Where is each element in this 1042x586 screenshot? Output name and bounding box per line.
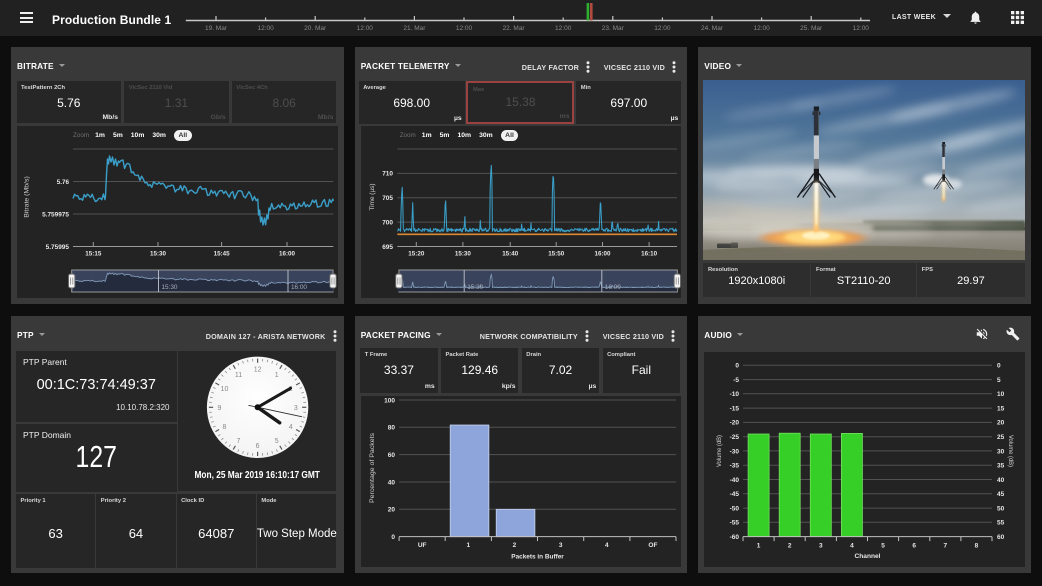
svg-text:20. Mar: 20. Mar xyxy=(304,25,327,32)
svg-text:Volume (dB): Volume (dB) xyxy=(1007,435,1014,467)
svg-text:16:00: 16:00 xyxy=(594,250,610,257)
svg-text:Time (µs): Time (µs) xyxy=(369,184,376,211)
svg-text:16:00: 16:00 xyxy=(604,284,620,291)
svg-text:15:30: 15:30 xyxy=(467,284,483,291)
svg-text:0: 0 xyxy=(736,363,740,370)
svg-text:12:00: 12:00 xyxy=(257,25,274,32)
svg-text:705: 705 xyxy=(382,195,393,202)
svg-text:1: 1 xyxy=(466,542,470,549)
svg-text:21. Mar: 21. Mar xyxy=(403,25,426,32)
svg-text:6: 6 xyxy=(256,443,260,450)
svg-text:20: 20 xyxy=(387,507,395,514)
svg-text:40: 40 xyxy=(997,477,1005,484)
svg-text:-60: -60 xyxy=(730,534,740,541)
svg-text:1: 1 xyxy=(757,543,761,550)
svg-text:7: 7 xyxy=(237,438,241,445)
svg-text:55: 55 xyxy=(997,520,1005,527)
svg-text:15:30: 15:30 xyxy=(162,284,178,291)
svg-text:0: 0 xyxy=(997,363,1001,370)
svg-text:-55: -55 xyxy=(730,520,740,527)
svg-text:24. Mar: 24. Mar xyxy=(701,25,724,32)
svg-text:5: 5 xyxy=(997,377,1001,384)
svg-text:1: 1 xyxy=(275,372,279,379)
svg-text:50: 50 xyxy=(997,505,1005,512)
svg-text:-30: -30 xyxy=(730,448,740,455)
svg-text:3: 3 xyxy=(819,543,823,550)
svg-text:-50: -50 xyxy=(730,505,740,512)
svg-text:35: 35 xyxy=(997,463,1005,470)
svg-text:2: 2 xyxy=(788,543,792,550)
svg-text:-10: -10 xyxy=(730,391,740,398)
svg-text:5: 5 xyxy=(275,438,279,445)
svg-text:15:50: 15:50 xyxy=(548,250,564,257)
svg-text:60: 60 xyxy=(997,534,1005,541)
svg-text:Volume (dB): Volume (dB) xyxy=(716,435,723,467)
svg-text:20: 20 xyxy=(997,420,1005,427)
svg-text:12:00: 12:00 xyxy=(654,25,671,32)
svg-text:UF: UF xyxy=(418,542,427,549)
svg-text:19. Mar: 19. Mar xyxy=(205,25,228,32)
svg-text:10: 10 xyxy=(221,386,229,393)
svg-text:-25: -25 xyxy=(730,434,740,441)
svg-text:23. Mar: 23. Mar xyxy=(602,25,625,32)
svg-text:700: 700 xyxy=(382,219,393,226)
svg-text:45: 45 xyxy=(997,491,1005,498)
svg-text:60: 60 xyxy=(387,452,395,459)
svg-text:Packets in Buffer: Packets in Buffer xyxy=(511,554,564,561)
svg-text:80: 80 xyxy=(387,425,395,432)
svg-text:12: 12 xyxy=(254,367,262,374)
svg-text:5.75995: 5.75995 xyxy=(46,244,70,251)
svg-text:-20: -20 xyxy=(730,420,740,427)
svg-text:-35: -35 xyxy=(730,463,740,470)
svg-text:710: 710 xyxy=(382,171,393,178)
svg-text:40: 40 xyxy=(387,479,395,486)
svg-text:695: 695 xyxy=(382,244,393,251)
svg-text:8: 8 xyxy=(223,424,227,431)
svg-text:4: 4 xyxy=(289,424,293,431)
svg-text:7: 7 xyxy=(944,543,948,550)
svg-text:15:30: 15:30 xyxy=(150,250,166,257)
svg-text:22. Mar: 22. Mar xyxy=(503,25,526,32)
svg-text:8: 8 xyxy=(975,543,979,550)
svg-text:Channel: Channel xyxy=(855,553,881,560)
svg-text:12:00: 12:00 xyxy=(357,25,374,32)
svg-text:100: 100 xyxy=(384,397,395,404)
svg-text:9: 9 xyxy=(217,405,221,412)
svg-text:12:00: 12:00 xyxy=(753,25,770,32)
svg-text:11: 11 xyxy=(235,372,242,379)
svg-text:12:00: 12:00 xyxy=(456,25,473,32)
svg-text:4: 4 xyxy=(850,543,854,550)
svg-text:16:10: 16:10 xyxy=(641,250,657,257)
svg-text:3: 3 xyxy=(559,542,563,549)
svg-text:-15: -15 xyxy=(730,405,740,412)
svg-text:6: 6 xyxy=(913,543,917,550)
svg-text:4: 4 xyxy=(605,542,609,549)
svg-text:15: 15 xyxy=(997,405,1005,412)
svg-text:15:30: 15:30 xyxy=(455,250,471,257)
svg-text:-5: -5 xyxy=(734,377,740,384)
svg-text:OF: OF xyxy=(648,542,657,549)
svg-text:5.76: 5.76 xyxy=(57,179,70,186)
svg-text:30: 30 xyxy=(997,448,1005,455)
svg-text:-40: -40 xyxy=(730,477,740,484)
svg-text:5.759975: 5.759975 xyxy=(42,211,69,218)
svg-text:16:00: 16:00 xyxy=(279,250,295,257)
svg-text:16:00: 16:00 xyxy=(291,284,307,291)
svg-text:-45: -45 xyxy=(730,491,740,498)
svg-text:12:00: 12:00 xyxy=(555,25,572,32)
svg-text:2: 2 xyxy=(512,542,516,549)
svg-text:15:40: 15:40 xyxy=(502,250,518,257)
svg-text:3: 3 xyxy=(294,405,298,412)
svg-text:Percentage of Packets: Percentage of Packets xyxy=(369,432,376,503)
svg-text:10: 10 xyxy=(997,391,1005,398)
svg-text:25: 25 xyxy=(997,434,1005,441)
svg-text:15:45: 15:45 xyxy=(214,250,230,257)
svg-text:15:20: 15:20 xyxy=(408,250,424,257)
svg-text:0: 0 xyxy=(391,534,395,541)
svg-text:25. Mar: 25. Mar xyxy=(800,25,823,32)
svg-text:12:00: 12:00 xyxy=(853,25,870,32)
svg-text:Bitrate (Mb/s): Bitrate (Mb/s) xyxy=(24,176,31,218)
svg-text:15:15: 15:15 xyxy=(85,250,101,257)
svg-text:5: 5 xyxy=(882,543,886,550)
